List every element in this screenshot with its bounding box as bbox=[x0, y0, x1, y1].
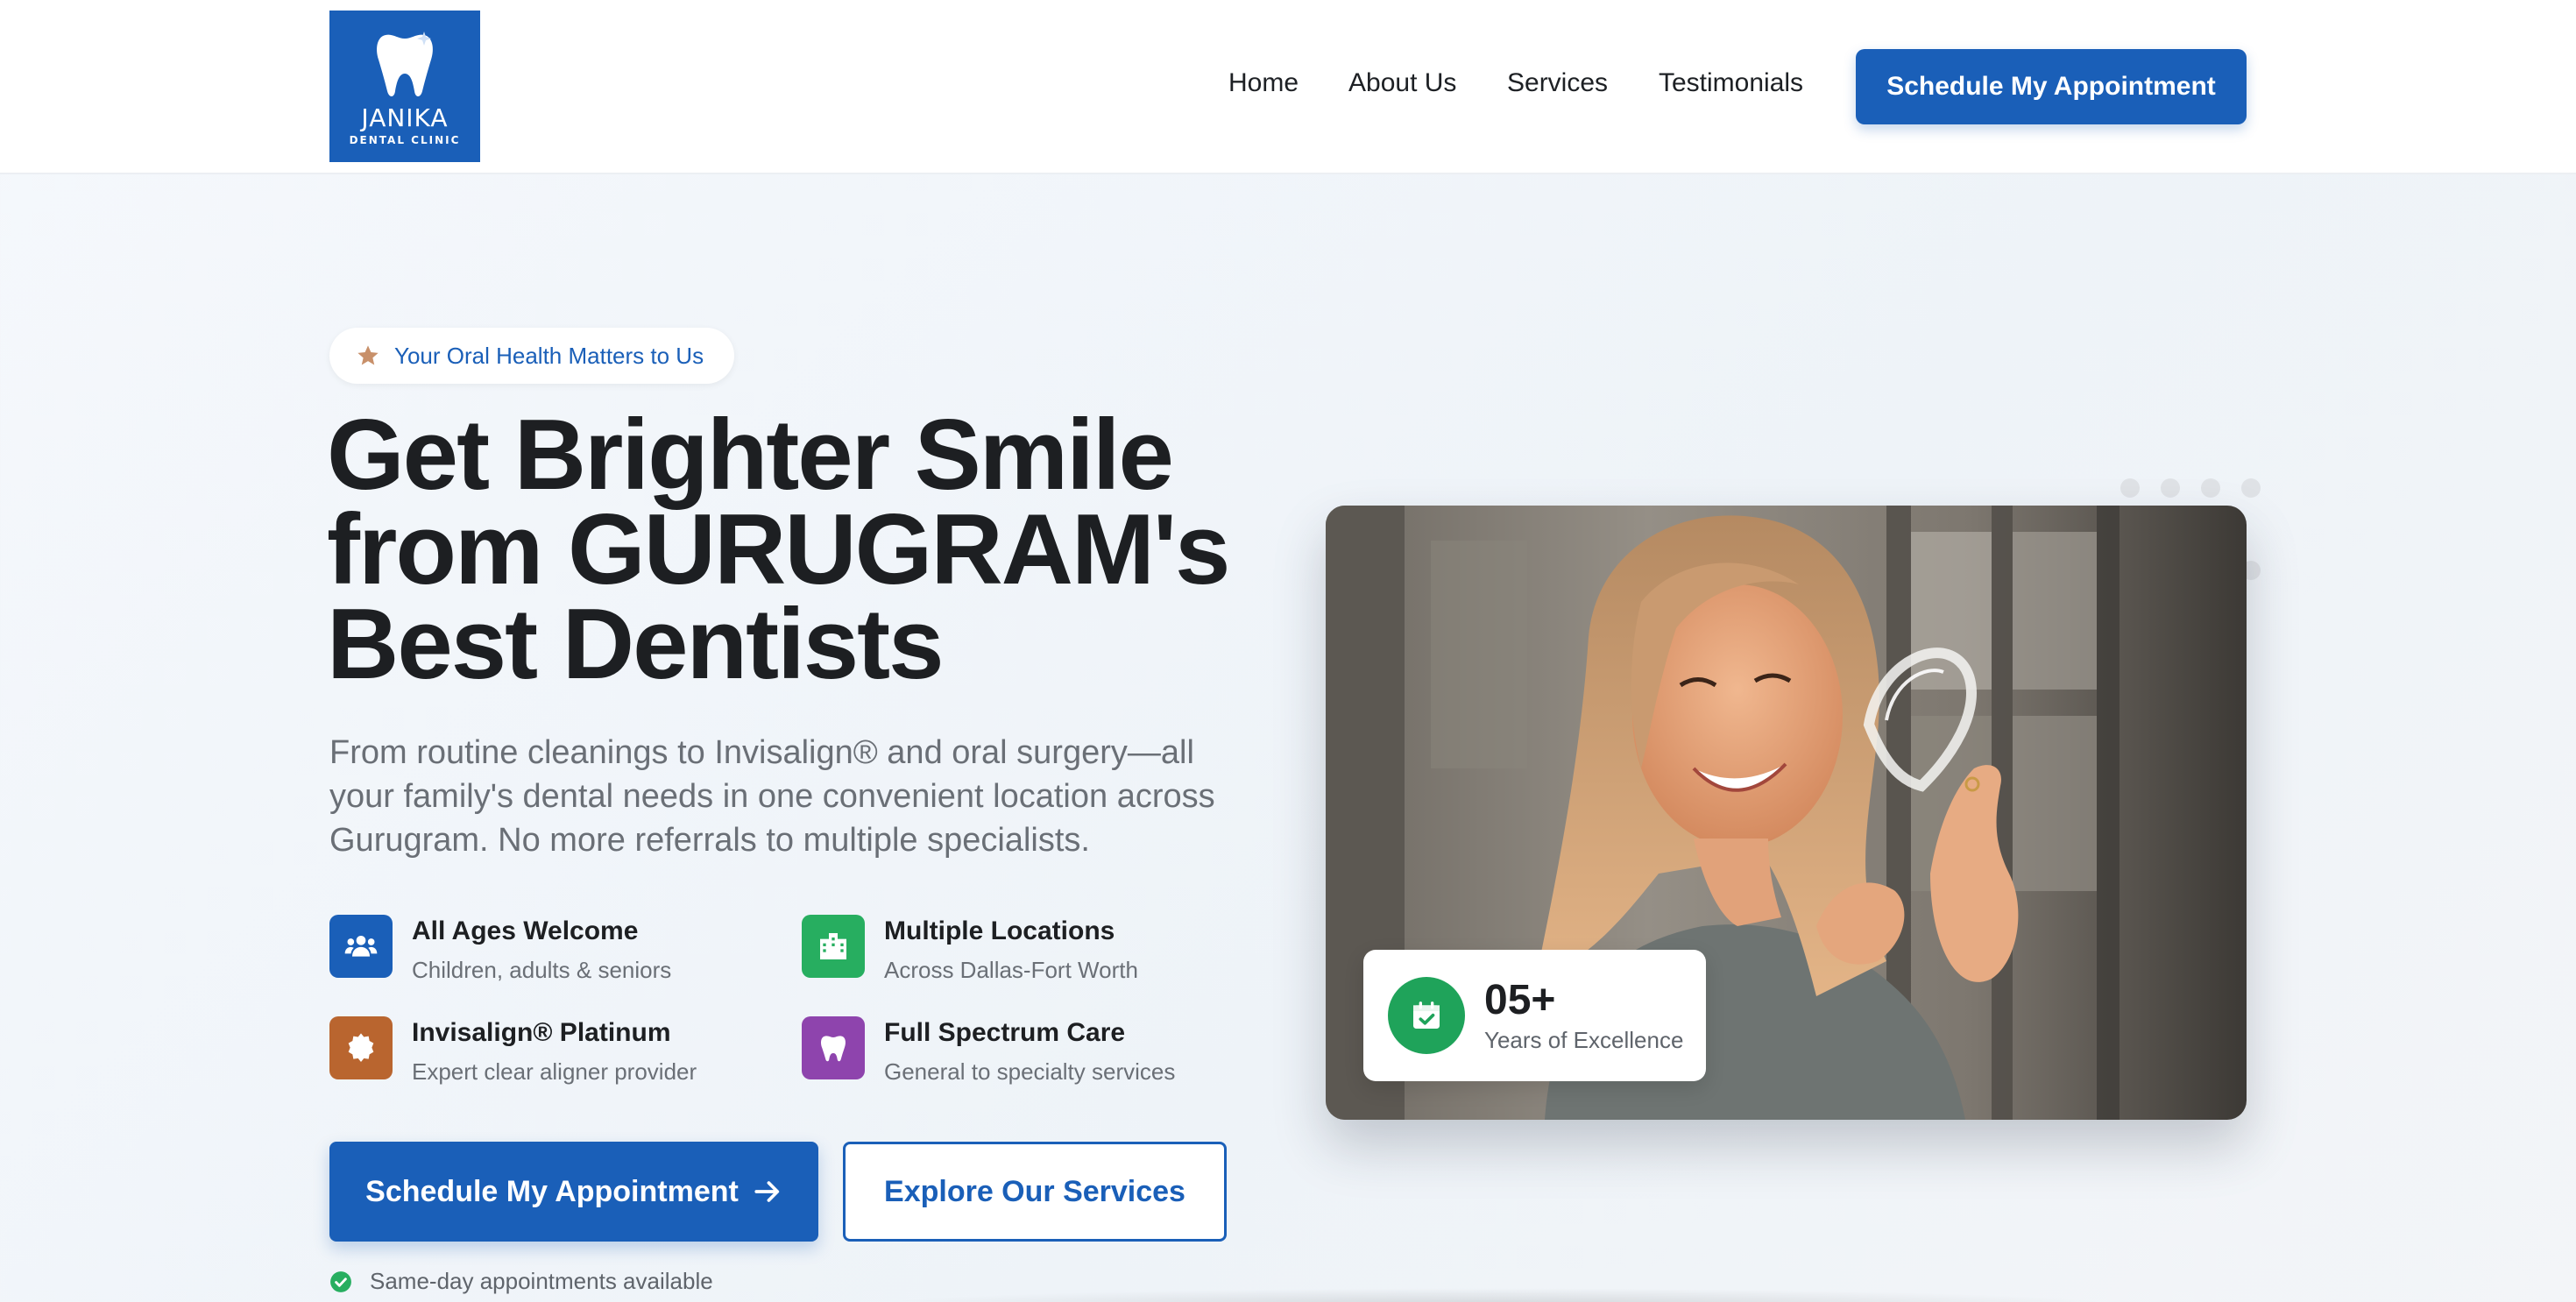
section-divider-shadow bbox=[859, 1288, 2129, 1302]
tooth-icon bbox=[802, 1016, 865, 1079]
logo-tagline: DENTAL CLINIC bbox=[349, 134, 461, 146]
users-icon bbox=[329, 915, 393, 978]
building-icon bbox=[802, 915, 865, 978]
hero-title-line-2: from GURUGRAM's bbox=[327, 494, 1230, 605]
feature-subtitle: Children, adults & seniors bbox=[412, 957, 672, 983]
feature-title: Multiple Locations bbox=[884, 916, 1115, 945]
clinic-logo[interactable]: JANIKA DENTAL CLINIC bbox=[329, 11, 480, 162]
same-day-text: Same-day appointments available bbox=[370, 1268, 713, 1294]
decorative-dot bbox=[2241, 478, 2261, 498]
hero-badge-text: Your Oral Health Matters to Us bbox=[394, 342, 704, 369]
feature-full-spectrum: Full Spectrum Care General to specialty … bbox=[802, 1016, 1175, 1086]
decorative-dot bbox=[2161, 478, 2180, 498]
schedule-appointment-button[interactable]: Schedule My Appointment bbox=[329, 1142, 818, 1242]
check-circle-icon bbox=[330, 1270, 351, 1292]
feature-title: All Ages Welcome bbox=[412, 916, 639, 945]
stat-value: 05+ bbox=[1484, 976, 1556, 1023]
experience-stat-card: 05+ Years of Excellence bbox=[1363, 950, 1706, 1081]
decorative-dot bbox=[2201, 478, 2220, 498]
tooth-logo-icon bbox=[377, 32, 433, 96]
header-schedule-button[interactable]: Schedule My Appointment bbox=[1856, 49, 2247, 124]
award-icon bbox=[329, 1016, 393, 1079]
hero-title-line-1: Get Brighter Smile bbox=[327, 400, 1174, 511]
hero-description: From routine cleanings to Invisalign® an… bbox=[329, 734, 1215, 859]
hero-title: Get Brighter Smile from GURUGRAM's Best … bbox=[327, 400, 1291, 700]
logo-name: JANIKA bbox=[361, 103, 449, 132]
hero-badge: Your Oral Health Matters to Us bbox=[329, 328, 734, 384]
calendar-check-icon bbox=[1388, 977, 1465, 1054]
decorative-dot bbox=[2120, 478, 2140, 498]
nav-item-testimonials[interactable]: Testimonials bbox=[1659, 68, 1803, 98]
nav-item-about-us[interactable]: About Us bbox=[1348, 68, 1456, 98]
feature-all-ages: All Ages Welcome Children, adults & seni… bbox=[329, 915, 671, 984]
feature-invisalign: Invisalign® Platinum Expert clear aligne… bbox=[329, 1016, 697, 1086]
star-icon bbox=[357, 345, 379, 365]
nav-item-services[interactable]: Services bbox=[1507, 68, 1608, 98]
feature-subtitle: Across Dallas-Fort Worth bbox=[884, 957, 1138, 983]
feature-subtitle: General to specialty services bbox=[884, 1058, 1176, 1085]
same-day-note: Same-day appointments available bbox=[329, 1268, 713, 1295]
site-header: JANIKA DENTAL CLINIC Home About Us Servi… bbox=[0, 0, 2576, 174]
stat-label: Years of Excellence bbox=[1484, 1026, 1684, 1053]
feature-subtitle: Expert clear aligner provider bbox=[412, 1058, 697, 1085]
feature-title: Invisalign® Platinum bbox=[412, 1018, 671, 1047]
schedule-appointment-label: Schedule My Appointment bbox=[365, 1174, 739, 1208]
explore-services-button[interactable]: Explore Our Services bbox=[843, 1142, 1227, 1242]
feature-multiple-locations: Multiple Locations Across Dallas-Fort Wo… bbox=[802, 915, 1138, 984]
feature-title: Full Spectrum Care bbox=[884, 1018, 1126, 1047]
hero-title-line-3: Best Dentists bbox=[327, 589, 945, 700]
nav-item-home[interactable]: Home bbox=[1228, 68, 1299, 98]
arrow-right-icon bbox=[754, 1181, 780, 1202]
